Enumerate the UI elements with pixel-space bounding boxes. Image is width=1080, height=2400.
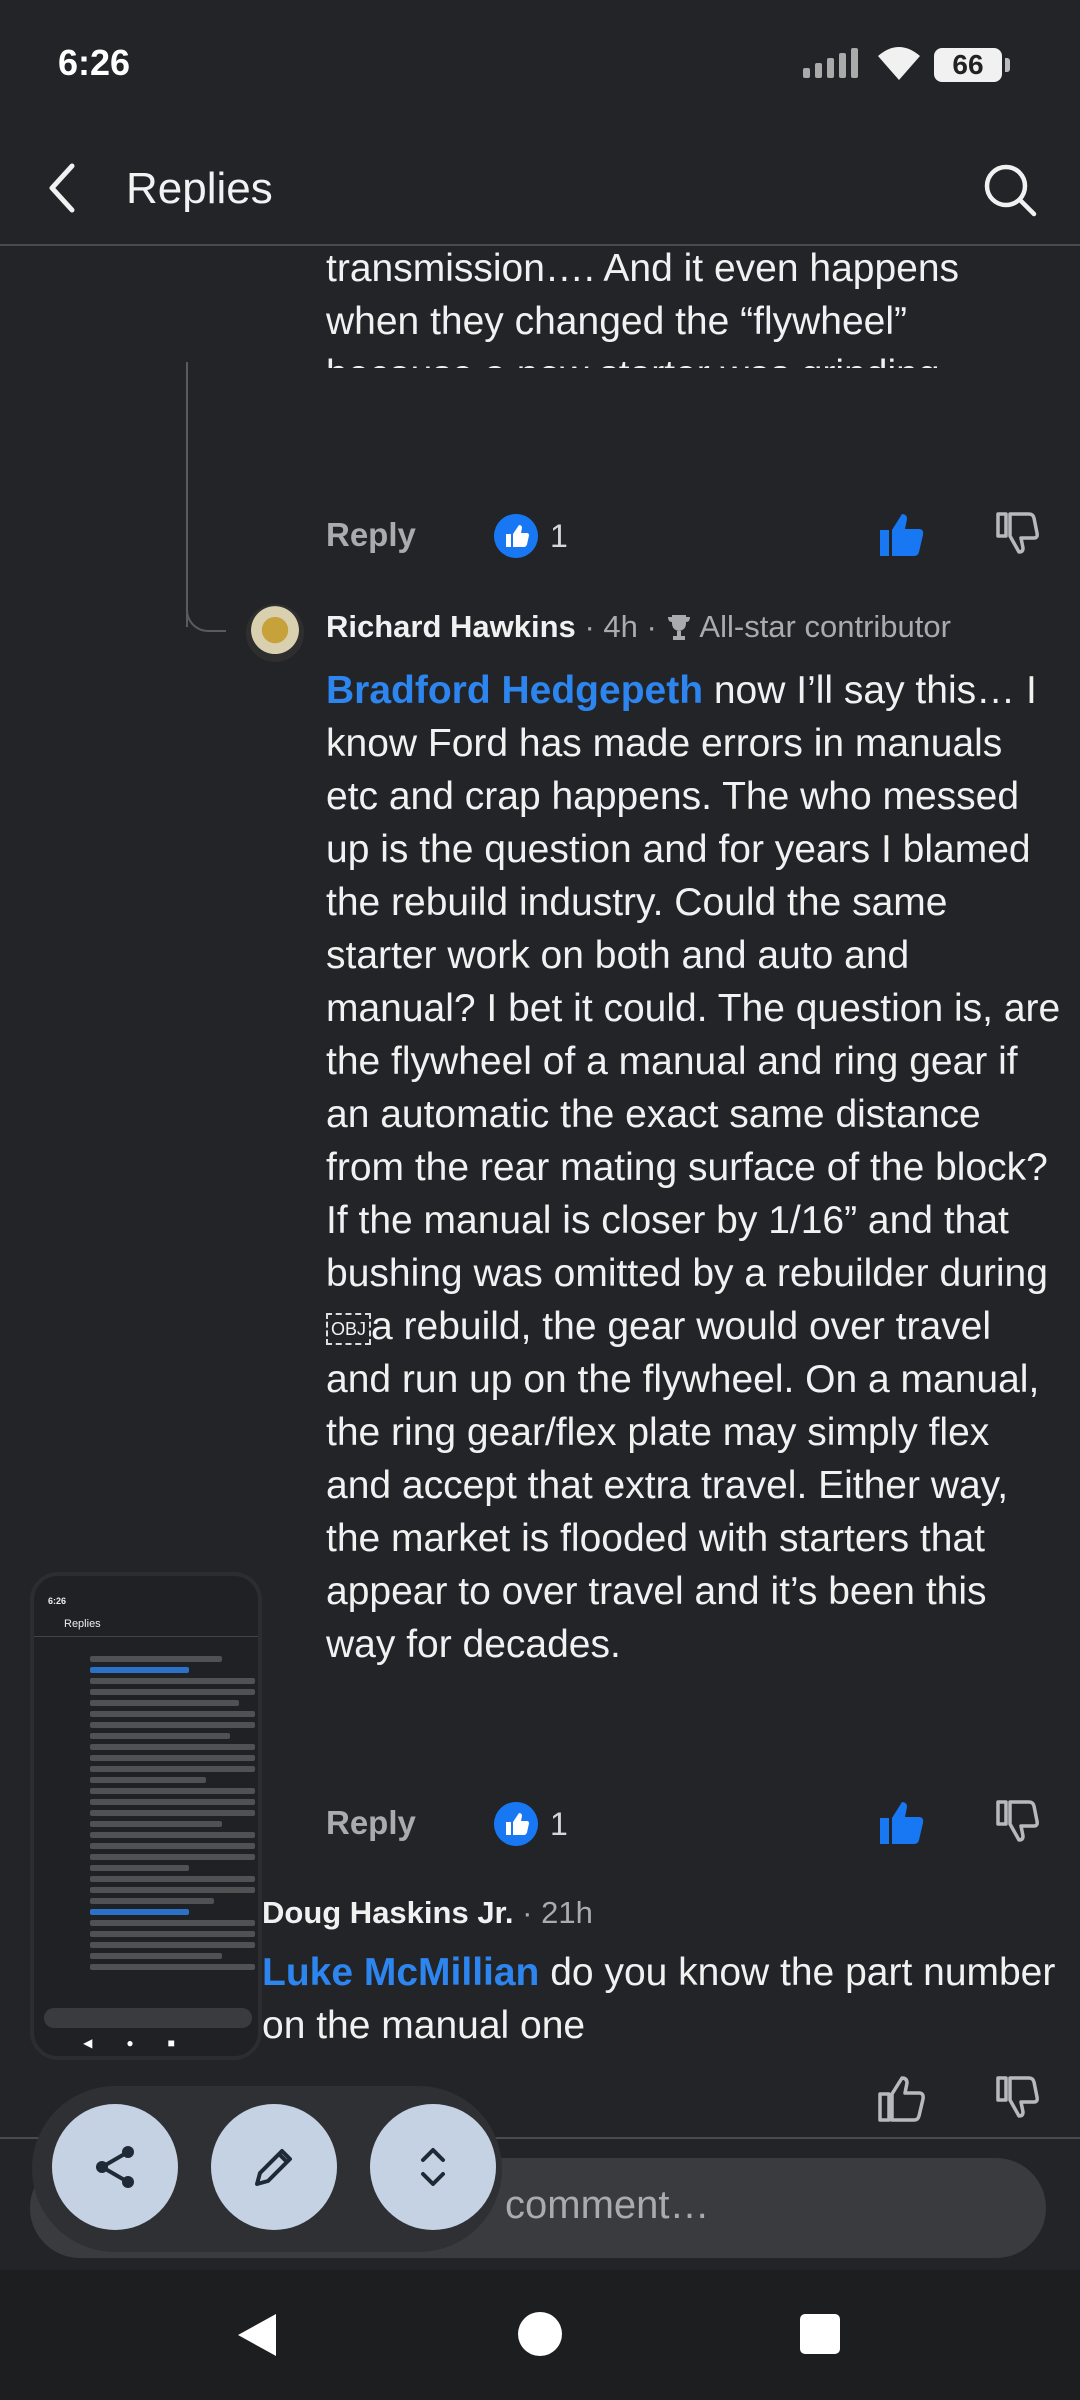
mini-comment-input [44,2008,252,2028]
thumbs-up-icon[interactable] [876,508,928,560]
comment-meta: Doug Haskins Jr. · 21h [262,1895,593,1931]
thumbs-up-icon[interactable] [876,1796,928,1848]
app-bar: Replies [0,130,1080,246]
mention-link[interactable]: Bradford Hedgepeth [326,669,703,712]
contributor-badge: All-star contributor [699,609,951,644]
mini-content [90,1656,255,1975]
like-count: 1 [550,518,568,554]
nav-back-icon[interactable] [234,2310,280,2360]
comment-meta: Richard Hawkins · 4h · All-star contribu… [326,609,951,645]
mention-link[interactable]: Luke McMillian [262,1951,539,1994]
like-count: 1 [550,1806,568,1842]
comment-placeholder: comment… [505,2183,710,2227]
thread-connector [186,596,226,632]
previous-comment-text: transmission…. And it even happens when … [326,248,989,368]
author-name[interactable]: Doug Haskins Jr. [262,1895,514,1930]
object-placeholder: OBJ [326,1313,372,1345]
thumbs-down-icon[interactable] [992,1796,1044,1848]
nav-home-icon[interactable] [518,2312,562,2356]
status-bar: 6:26 66 [0,0,1080,130]
back-arrow-icon[interactable] [38,158,88,218]
like-reaction-icon [494,1802,538,1846]
search-icon[interactable] [980,160,1040,220]
expand-vertical-icon [421,2148,445,2186]
comment-text-part2: a rebuild, the gear would over travel an… [326,1305,1040,1666]
divider [34,1636,258,1637]
battery-icon: 66 [934,48,1010,82]
reply-button[interactable]: Reply [326,516,416,554]
meta-separator: · [637,609,666,644]
thumbs-down-icon[interactable] [992,508,1044,560]
comment-body: Luke McMillian do you know the part numb… [262,1946,1062,2052]
trophy-icon [668,615,691,640]
signal-icon [803,48,858,78]
mini-nav-bar: ◀●■ [83,2036,209,2050]
comment-time: 21h [541,1895,593,1930]
expand-button[interactable] [370,2104,496,2230]
author-name[interactable]: Richard Hawkins [326,609,576,644]
edit-button[interactable] [211,2104,337,2230]
meta-separator: · [522,1895,542,1930]
comment-actions: Reply 1 [326,1794,1056,1854]
thread-line [186,362,188,627]
thumbs-down-icon[interactable] [992,2072,1044,2124]
meta-separator: · [584,609,604,644]
previous-comment-clip: transmission…. And it even happens when … [0,248,1080,368]
reply-button[interactable]: Reply [326,1804,416,1842]
thumbs-up-icon[interactable] [876,2072,928,2124]
mini-status-time: 6:26 [48,1596,67,1606]
screenshot-preview-thumbnail[interactable]: 6:26 Replies ◀●■ [30,1572,262,2060]
page-title: Replies [126,164,273,213]
share-icon [96,2146,134,2188]
share-button[interactable] [52,2104,178,2230]
like-reaction-icon [494,514,538,558]
nav-recents-icon[interactable] [800,2314,840,2354]
status-time: 6:26 [58,42,131,83]
comment-text-part1: now I’ll say this… I know Ford has made … [326,669,1061,1295]
mini-title: Replies [64,1618,101,1630]
wifi-icon [878,47,920,80]
system-nav-bar [0,2270,1080,2400]
previous-comment-actions: Reply 1 [326,506,1056,566]
comment-body: Bradford Hedgepeth now I’ll say this… I … [326,664,1061,1671]
comment-time: 4h [603,609,638,644]
pencil-icon [255,2149,292,2186]
avatar[interactable] [246,604,304,662]
